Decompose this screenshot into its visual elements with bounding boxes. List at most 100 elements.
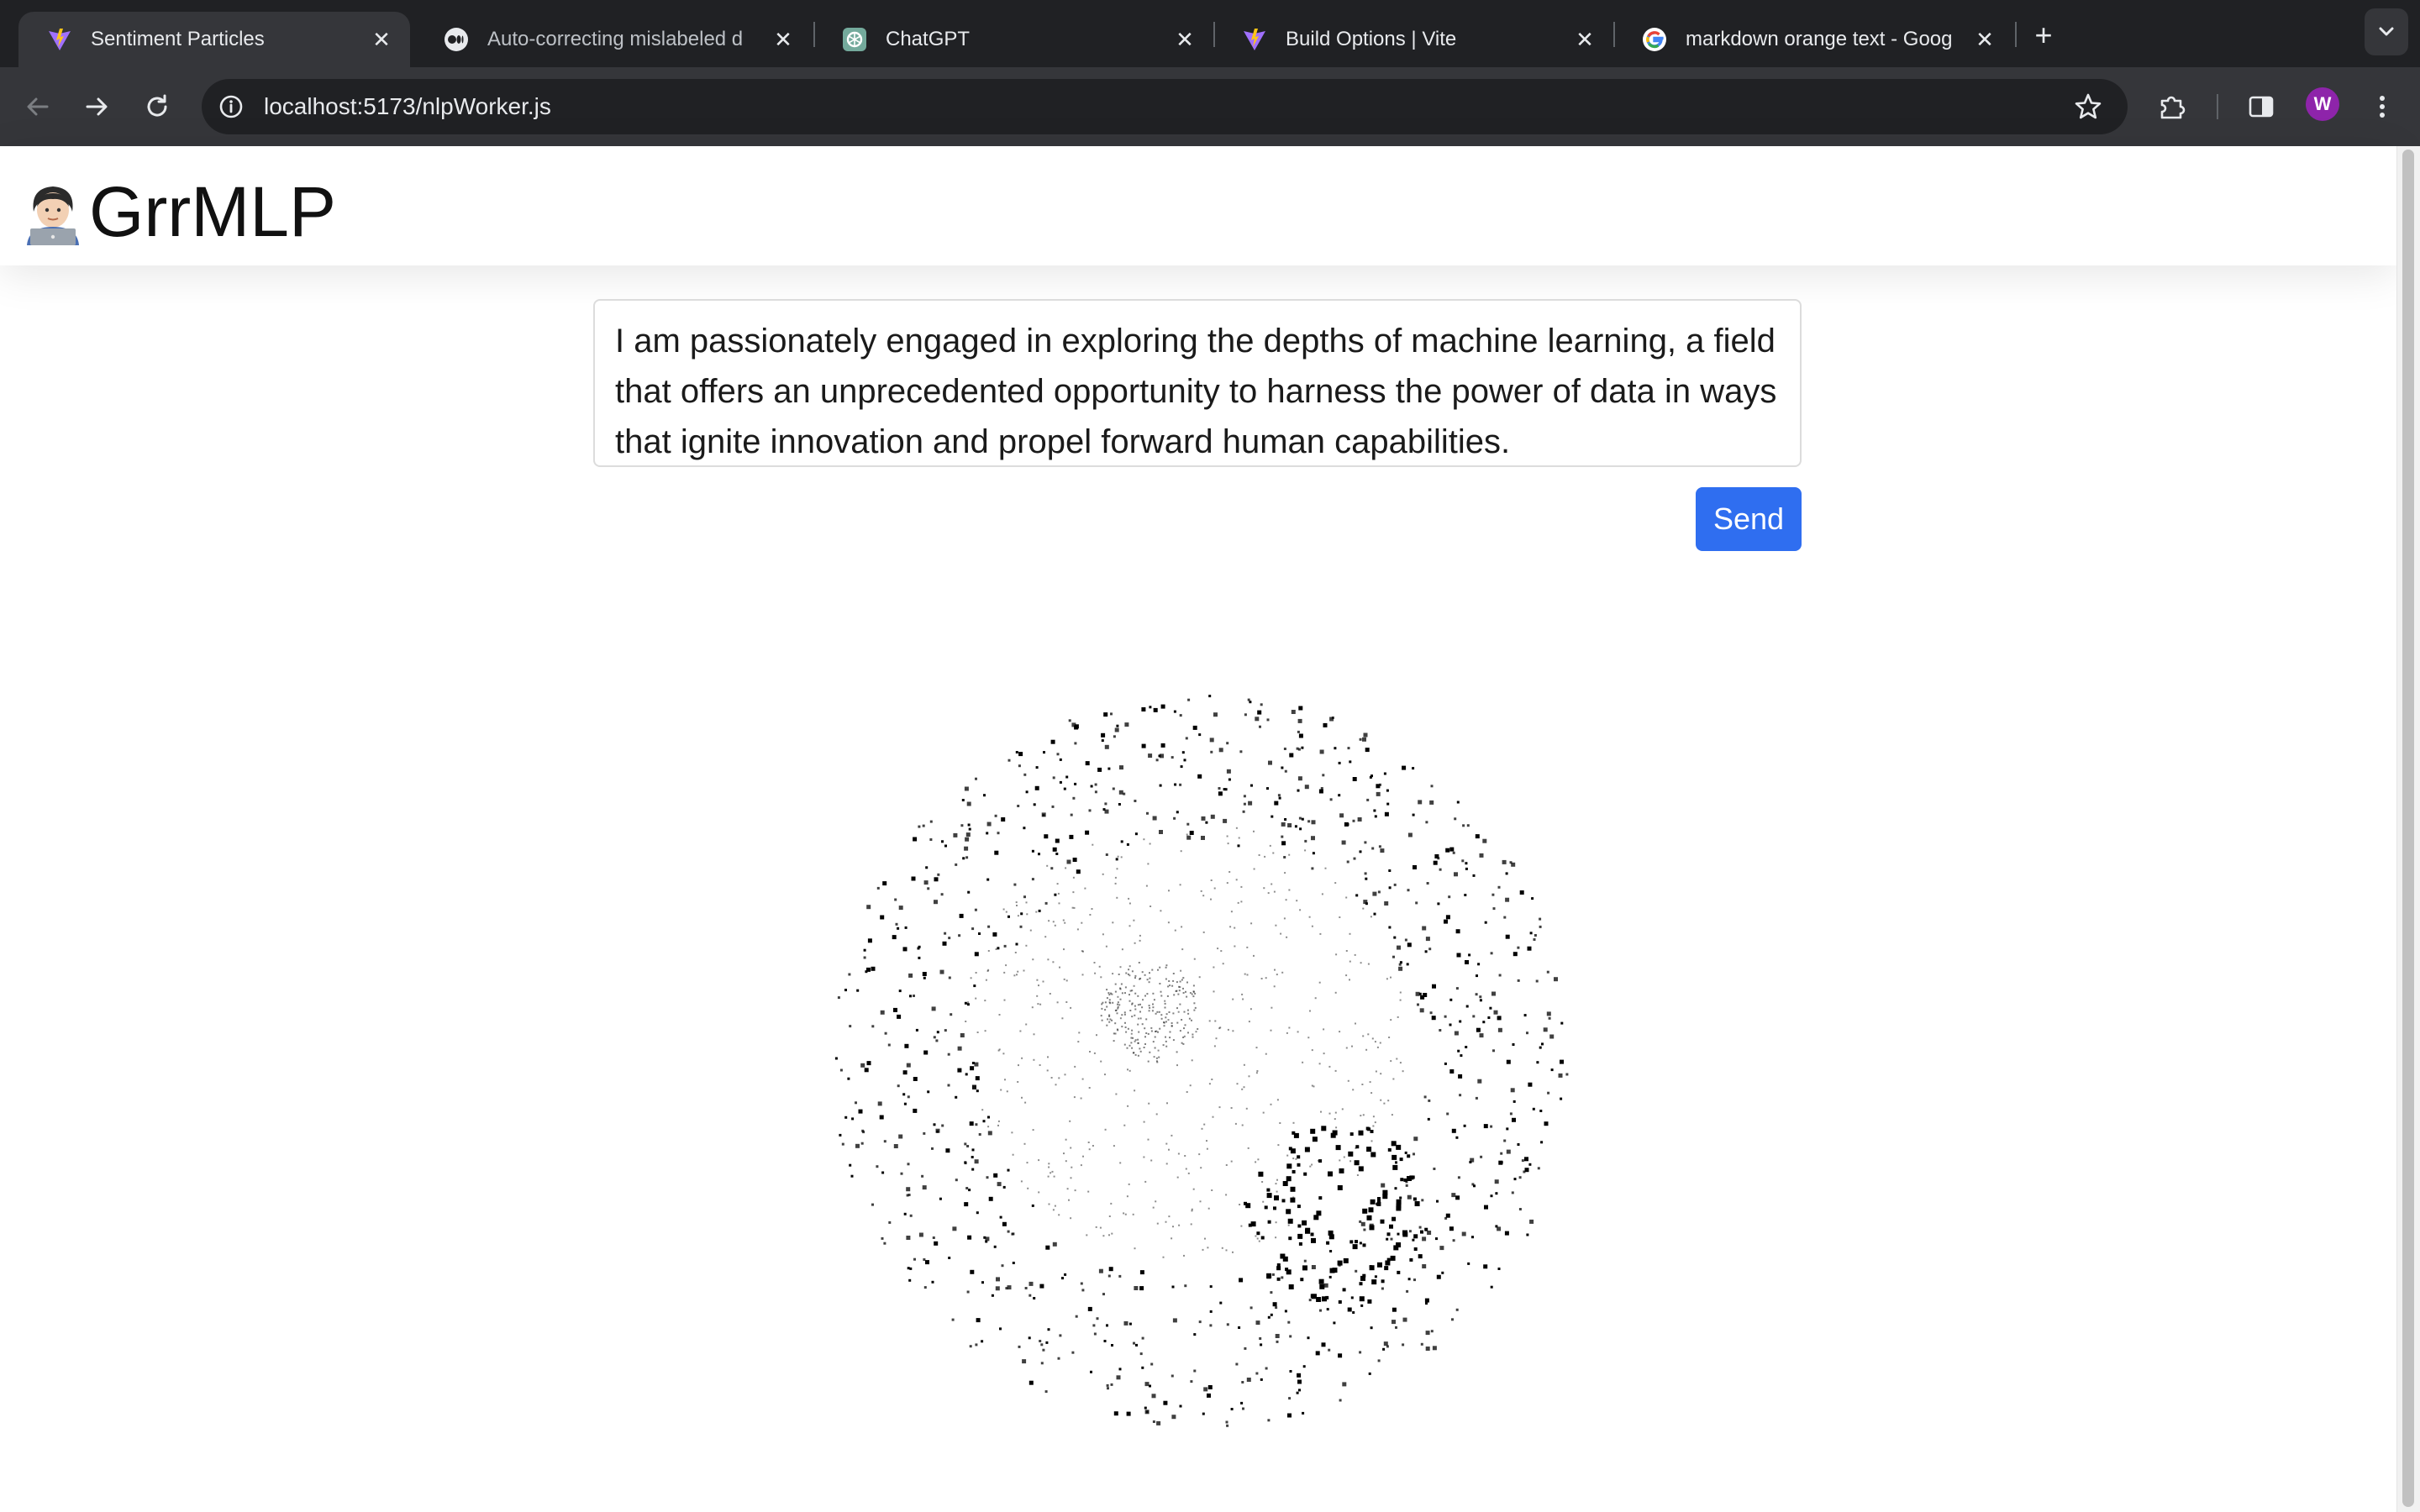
particle-dot [925, 866, 929, 869]
particle-dot [1539, 1110, 1543, 1112]
particle-dot [1377, 1359, 1381, 1362]
particle-dot [1302, 1365, 1306, 1368]
particle-dot [918, 1232, 923, 1237]
particle-dot [929, 838, 933, 841]
particle-dot [1104, 1074, 1106, 1076]
particle-dot [1276, 1179, 1278, 1181]
particle-dot [1532, 1107, 1535, 1110]
back-button[interactable] [15, 84, 60, 129]
particle-dot [1334, 1118, 1336, 1121]
particle-dot [1245, 1203, 1251, 1209]
close-tab-icon[interactable]: ✕ [366, 24, 397, 55]
send-button[interactable]: Send [1696, 487, 1802, 551]
chrome-menu-button[interactable] [2360, 84, 2405, 129]
extensions-button[interactable] [2149, 84, 2195, 129]
particle-dot [1100, 1015, 1102, 1017]
close-tab-icon[interactable]: ✕ [768, 24, 798, 55]
particle-dot [970, 1269, 975, 1274]
particle-dot [867, 938, 872, 943]
technologist-emoji-icon [27, 186, 79, 245]
particle-dot [1042, 980, 1044, 983]
particle-dot [1275, 1306, 1278, 1310]
particle-dot [1392, 955, 1395, 958]
particle-dot [1155, 1200, 1157, 1203]
particle-dot [927, 1090, 930, 1094]
new-tab-button[interactable]: + [2025, 17, 2062, 54]
particle-dot [1370, 1199, 1376, 1205]
particle-dot [1298, 706, 1303, 711]
particle-dot [1275, 1183, 1277, 1185]
particle-dot [1023, 827, 1026, 830]
particle-dot [1240, 1225, 1243, 1227]
particle-dot [1055, 853, 1059, 855]
forward-button[interactable] [74, 84, 119, 129]
particle-dot [1319, 749, 1324, 754]
particle-dot [1320, 1110, 1322, 1113]
sentiment-text-input[interactable]: I am passionately engaged in exploring t… [593, 299, 1802, 467]
particle-dot [1412, 813, 1415, 816]
particle-dot [1412, 1238, 1415, 1242]
particle-dot [1304, 1147, 1310, 1152]
particle-dot [1131, 1002, 1134, 1005]
particle-dot [976, 1211, 979, 1215]
particle-dot [1180, 765, 1183, 769]
particle-dot [1052, 1209, 1055, 1211]
particle-dot [922, 1185, 927, 1190]
particle-dot [839, 1133, 842, 1137]
particle-dot [1319, 932, 1322, 935]
particle-dot [1081, 950, 1083, 953]
particle-dot [1160, 704, 1165, 709]
particle-dot [1455, 1136, 1459, 1139]
particle-dot [1019, 1030, 1022, 1032]
tab-auto-correcting[interactable]: Auto-correcting mislabeled d ✕ [415, 12, 812, 67]
particle-dot [1213, 1045, 1216, 1047]
brand-logo[interactable]: GrrMLP [22, 176, 336, 247]
close-tab-icon[interactable]: ✕ [1570, 24, 1600, 55]
particle-dot [1311, 925, 1313, 927]
particle-dot [1272, 1302, 1277, 1307]
particle-dot [1057, 1357, 1060, 1360]
tab-google-search[interactable]: markdown orange text - Goog ✕ [1613, 12, 2013, 67]
particle-dot [1065, 867, 1067, 869]
particle-dot [1146, 811, 1149, 815]
particle-dot [1524, 1157, 1528, 1162]
close-tab-icon[interactable]: ✕ [1970, 24, 2000, 55]
particle-dot [1127, 1027, 1129, 1030]
particle-dot [1509, 1112, 1512, 1116]
particle-dot [1267, 1315, 1270, 1319]
particle-dot [1407, 1154, 1411, 1158]
profile-avatar[interactable]: W [2306, 87, 2339, 121]
particle-dot [1139, 1050, 1142, 1053]
particle-dot [1253, 954, 1255, 957]
particle-dot [1304, 785, 1309, 790]
particle-dot [1297, 730, 1300, 733]
particle-dot [1137, 1038, 1139, 1041]
close-tab-icon[interactable]: ✕ [1170, 24, 1200, 55]
side-panel-button[interactable] [2238, 84, 2284, 129]
tab-build-options-vite[interactable]: Build Options | Vite ✕ [1213, 12, 1613, 67]
particle-dot [1433, 1168, 1436, 1170]
reload-button[interactable] [134, 84, 180, 129]
site-info-button[interactable] [213, 89, 249, 124]
particle-dot [1128, 1044, 1131, 1047]
particle-dot [1052, 961, 1055, 963]
tab-sentiment-particles[interactable]: Sentiment Particles ✕ [18, 12, 410, 67]
particle-dot [1367, 1033, 1370, 1036]
tab-search-button[interactable] [2365, 8, 2408, 55]
particle-dot [1171, 1374, 1174, 1378]
particle-dot [1329, 798, 1333, 801]
particle-dot [942, 941, 947, 946]
particle-dot [1110, 992, 1112, 995]
particle-dot [1172, 1226, 1174, 1228]
scrollbar-thumb[interactable] [2402, 150, 2414, 1507]
tab-chatgpt[interactable]: ChatGPT ✕ [813, 12, 1213, 67]
particle-dot [923, 1258, 926, 1261]
particle-dot [1362, 1243, 1366, 1247]
particle-dot [1311, 1049, 1313, 1052]
address-bar[interactable]: localhost:5173/nlpWorker.js [202, 79, 2128, 134]
page-scrollbar[interactable] [2396, 146, 2420, 1512]
bookmark-button[interactable] [2070, 89, 2106, 124]
particle-dot [1459, 1094, 1462, 1097]
particle-dot [1133, 984, 1135, 987]
particle-dot [1061, 1277, 1064, 1280]
